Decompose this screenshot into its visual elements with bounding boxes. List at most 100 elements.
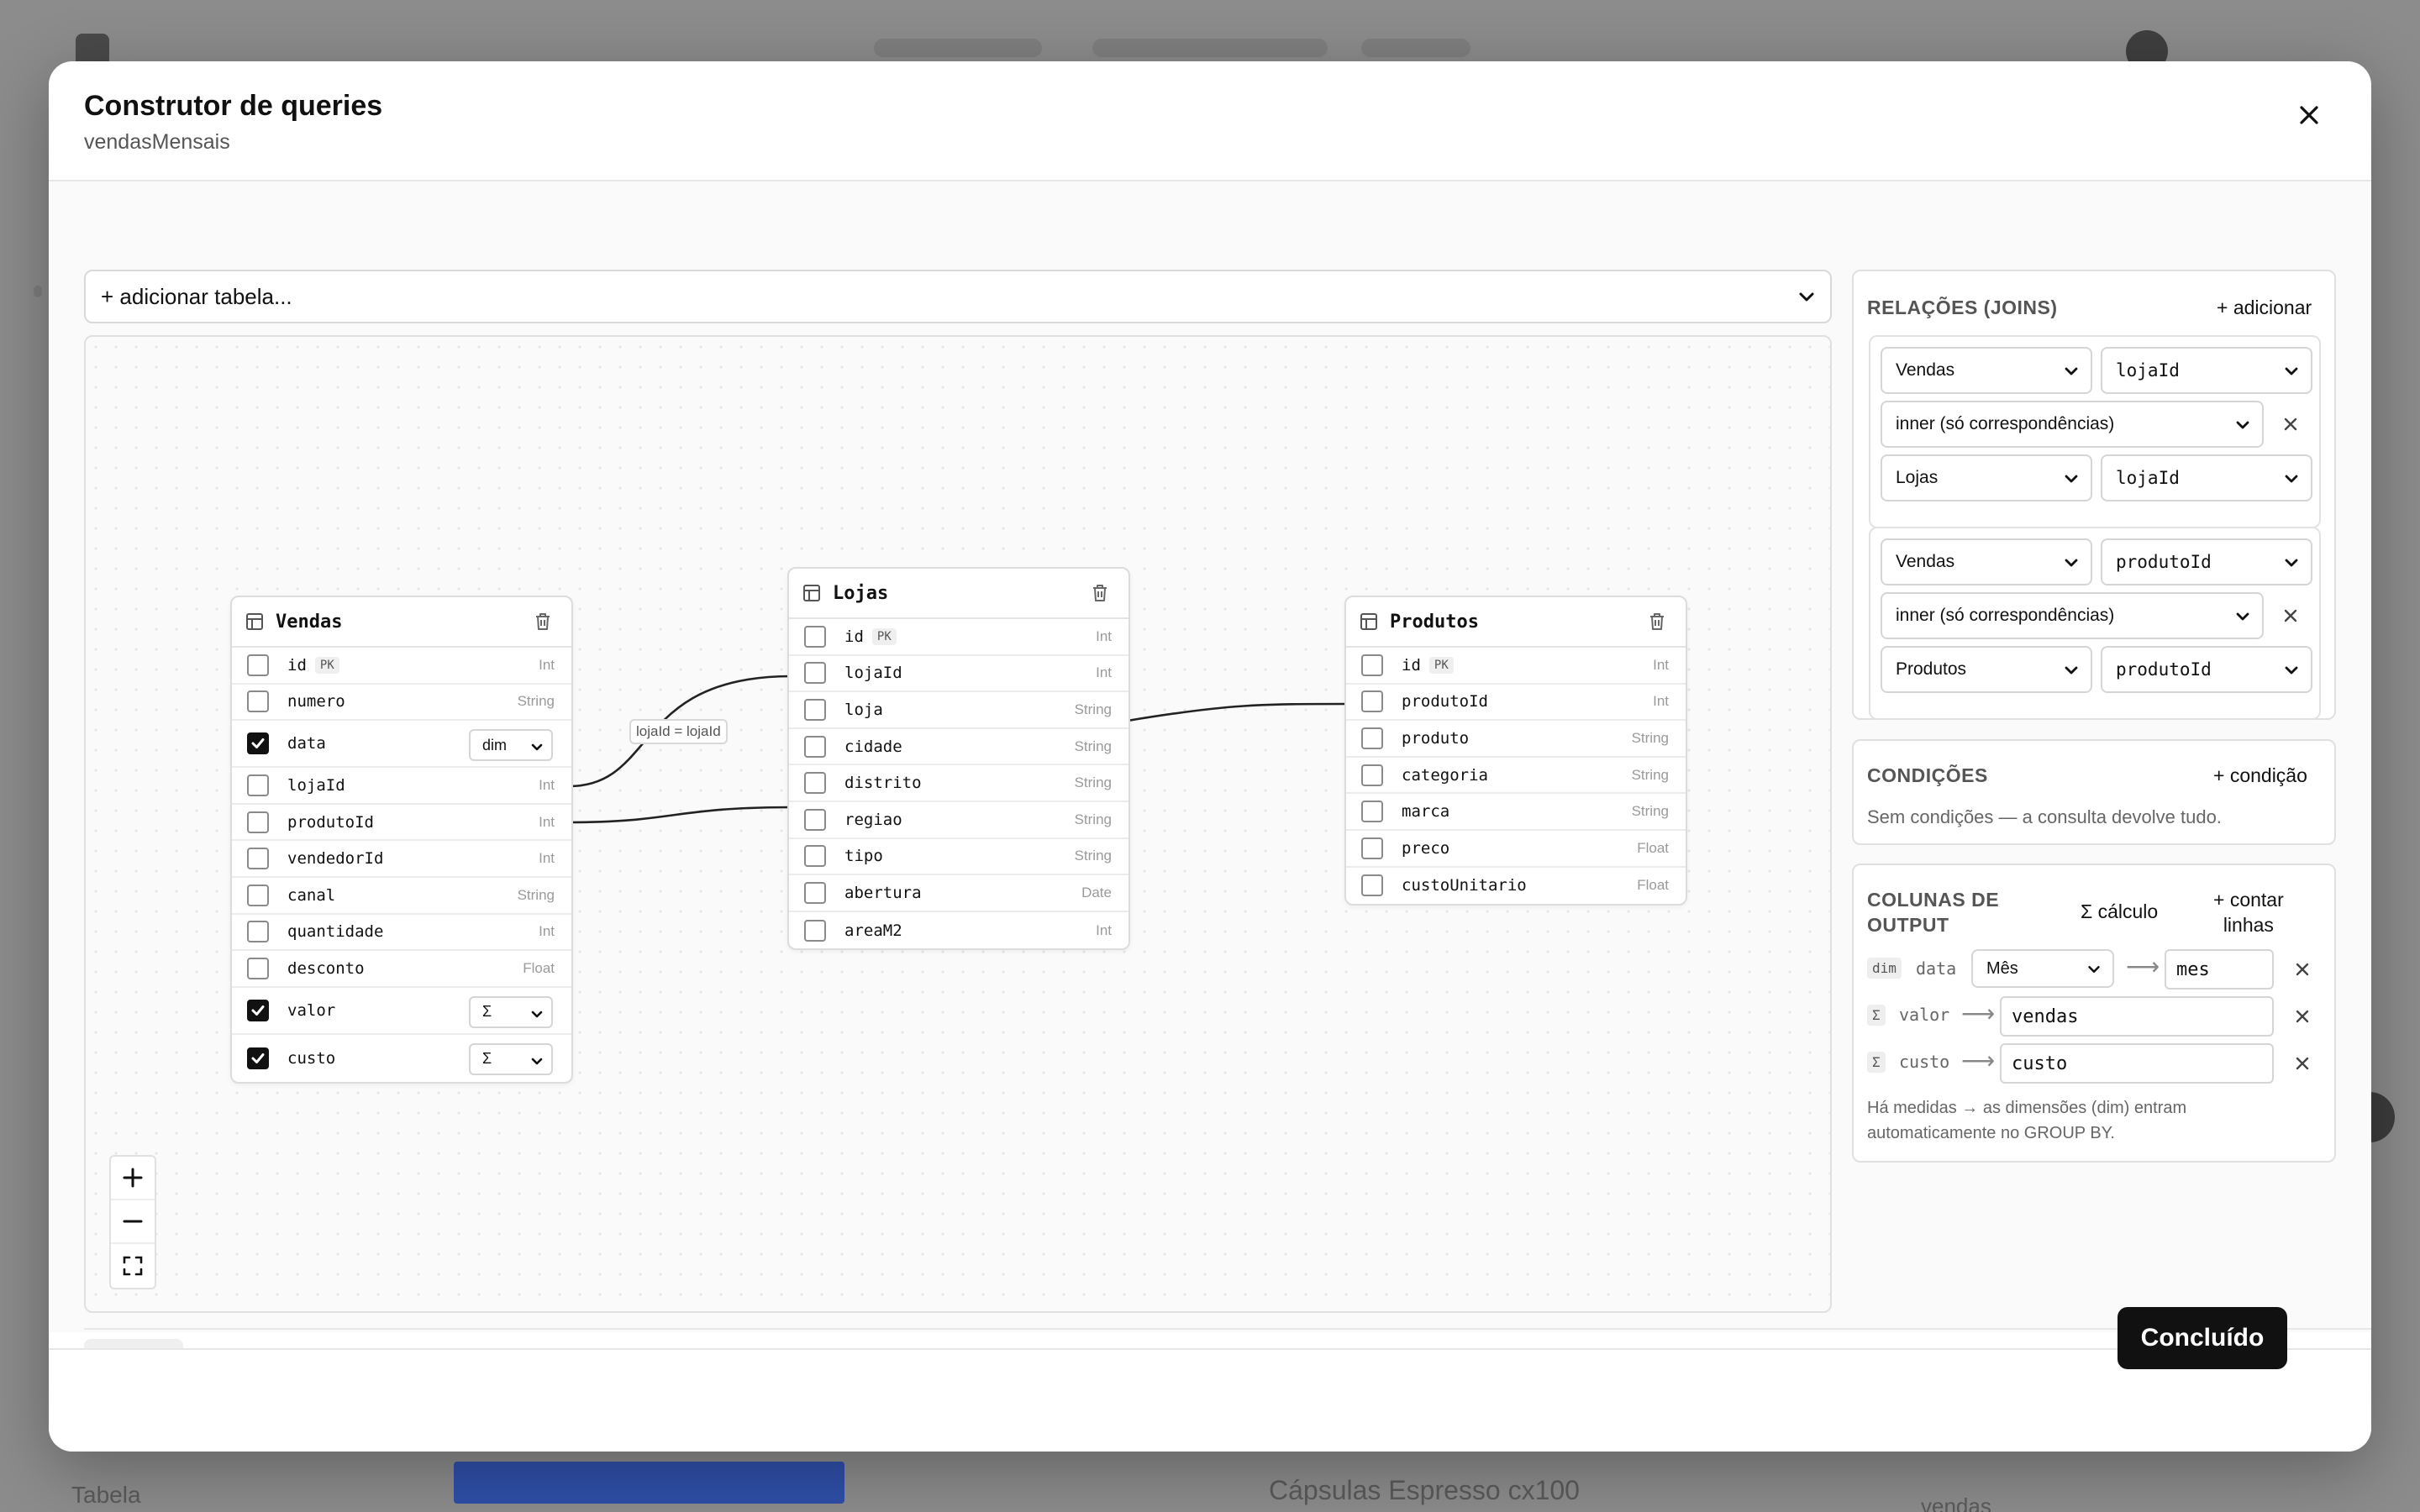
diagram-canvas[interactable]: lojaId = lojaId Vendas id PK Int numero Str… (84, 335, 1832, 1313)
field-checkbox[interactable] (804, 808, 826, 831)
field-checkbox[interactable] (247, 921, 269, 943)
join-left-column-select[interactable]: produtoId (2101, 538, 2312, 585)
select-value: inner (só correspondências) (1896, 606, 2115, 625)
field-row[interactable]: custoUnitario Float (1346, 868, 1686, 905)
field-row[interactable]: preco Float (1346, 831, 1686, 868)
field-row[interactable]: lojaId Int (232, 768, 571, 805)
close-button[interactable] (2284, 92, 2334, 139)
field-checkbox[interactable] (247, 848, 269, 870)
field-row[interactable]: lojaId Int (789, 656, 1128, 693)
field-row[interactable]: cidade String (789, 729, 1128, 766)
join-left-column-select[interactable]: lojaId (2101, 347, 2312, 394)
field-checkbox[interactable] (804, 881, 826, 904)
field-row[interactable]: quantidade Int (232, 915, 571, 952)
field-checkbox-checked[interactable] (247, 732, 269, 755)
join-type-select[interactable]: inner (só correspondências) (1881, 592, 2264, 639)
field-checkbox-checked[interactable] (247, 999, 269, 1021)
field-row[interactable]: id PK Int (789, 619, 1128, 656)
field-checkbox[interactable] (1361, 654, 1383, 676)
aggregation-select[interactable]: Σ (469, 1042, 553, 1075)
done-button[interactable]: Concluído (2118, 1307, 2287, 1369)
date-grain-select[interactable]: Mês (1971, 949, 2114, 988)
aggregation-select[interactable]: Σ (469, 995, 553, 1028)
field-checkbox[interactable] (804, 919, 826, 942)
join-right-table-select[interactable]: Lojas (1881, 454, 2092, 501)
field-checkbox[interactable] (247, 774, 269, 796)
table-header[interactable]: Vendas (232, 597, 571, 648)
field-row[interactable]: desconto Float (232, 951, 571, 988)
field-checkbox[interactable] (804, 625, 826, 648)
field-row[interactable]: valor Σ (232, 988, 571, 1035)
field-row[interactable]: regiao String (789, 802, 1128, 839)
field-row[interactable]: data dim (232, 721, 571, 769)
trash-icon[interactable] (1092, 584, 1108, 602)
table-card-produtos[interactable]: Produtos id PK Int produtoId Int produto Str… (1344, 596, 1687, 906)
alias-input[interactable]: mes (2165, 949, 2274, 990)
field-checkbox[interactable] (1361, 690, 1383, 713)
join-right-column-select[interactable]: produtoId (2101, 646, 2312, 693)
remove-output-column-button[interactable] (2287, 954, 2317, 984)
field-row[interactable]: produtoId Int (232, 805, 571, 842)
table-header[interactable]: Produtos (1346, 597, 1686, 648)
field-row[interactable]: categoria String (1346, 758, 1686, 795)
field-row[interactable]: custo Σ (232, 1035, 571, 1082)
field-checkbox[interactable] (247, 957, 269, 979)
join-left-table-select[interactable]: Vendas (1881, 347, 2092, 394)
add-table-select[interactable]: + adicionar tabela... (84, 270, 1832, 323)
field-row[interactable]: id PK Int (232, 648, 571, 685)
alias-input[interactable]: custo (2000, 1043, 2274, 1084)
field-checkbox[interactable] (247, 690, 269, 713)
fit-view-button[interactable] (111, 1244, 155, 1288)
field-row[interactable]: areaM2 Int (789, 912, 1128, 949)
zoom-in-button[interactable] (111, 1157, 155, 1200)
field-row[interactable]: distrito String (789, 765, 1128, 802)
field-row[interactable]: canal String (232, 878, 571, 915)
field-row[interactable]: id PK Int (1346, 648, 1686, 685)
join-type-select[interactable]: inner (só correspondências) (1881, 401, 2264, 448)
field-checkbox[interactable] (1361, 801, 1383, 823)
field-checkbox[interactable] (1361, 874, 1383, 897)
trash-icon[interactable] (1649, 612, 1665, 631)
add-calculation-button[interactable]: Σ cálculo (2081, 900, 2158, 923)
aggregation-select[interactable]: dim (469, 729, 553, 762)
field-row[interactable]: tipo String (789, 839, 1128, 876)
select-value: inner (só correspondências) (1896, 414, 2115, 433)
field-checkbox[interactable] (247, 654, 269, 676)
field-checkbox[interactable] (1361, 764, 1383, 786)
group-by-note: Há medidas → as dimensões (dim) entram a… (1867, 1099, 2187, 1142)
field-checkbox[interactable] (804, 698, 826, 721)
field-row[interactable]: produto String (1346, 721, 1686, 758)
remove-output-column-button[interactable] (2287, 1001, 2317, 1032)
field-row[interactable]: marca String (1346, 794, 1686, 831)
table-card-lojas[interactable]: Lojas id PK Int lojaId Int loja String cidad… (787, 567, 1130, 951)
table-card-vendas[interactable]: Vendas id PK Int numero String data dim loja… (230, 596, 573, 1084)
table-header[interactable]: Lojas (789, 569, 1128, 619)
field-row[interactable]: loja String (789, 692, 1128, 729)
field-checkbox[interactable] (804, 735, 826, 758)
zoom-out-button[interactable] (111, 1200, 155, 1244)
field-checkbox[interactable] (804, 845, 826, 868)
join-left-table-select[interactable]: Vendas (1881, 538, 2092, 585)
aggregation-value: dim (482, 736, 508, 753)
alias-input[interactable]: vendas (2000, 996, 2274, 1037)
field-row[interactable]: produtoId Int (1346, 685, 1686, 722)
trash-icon[interactable] (534, 612, 551, 631)
field-checkbox[interactable] (1361, 837, 1383, 859)
field-checkbox[interactable] (247, 811, 269, 833)
field-checkbox[interactable] (247, 884, 269, 906)
field-checkbox[interactable] (1361, 727, 1383, 749)
field-row[interactable]: abertura Date (789, 875, 1128, 912)
remove-output-column-button[interactable] (2287, 1048, 2317, 1079)
field-row[interactable]: vendedorId Int (232, 841, 571, 878)
remove-join-button[interactable] (2275, 601, 2306, 631)
join-right-table-select[interactable]: Produtos (1881, 646, 2092, 693)
count-rows-button[interactable]: + contar linhas (2213, 887, 2284, 937)
add-condition-button[interactable]: + condição (2213, 764, 2307, 787)
field-checkbox[interactable] (804, 772, 826, 795)
field-checkbox[interactable] (804, 662, 826, 685)
join-right-column-select[interactable]: lojaId (2101, 454, 2312, 501)
remove-join-button[interactable] (2275, 409, 2306, 439)
add-join-button[interactable]: + adicionar (2217, 297, 2312, 319)
field-row[interactable]: numero String (232, 685, 571, 722)
field-checkbox-checked[interactable] (247, 1047, 269, 1069)
